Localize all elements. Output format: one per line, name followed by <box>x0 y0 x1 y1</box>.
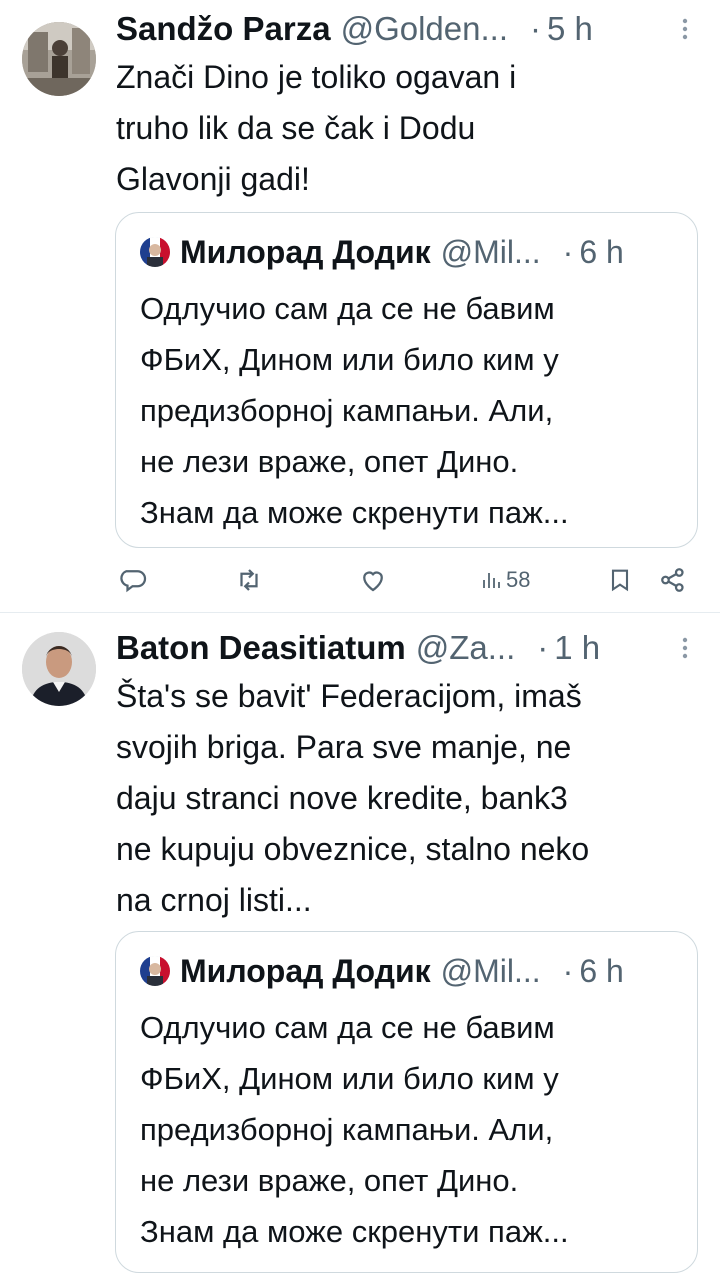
quote-avatar <box>140 956 170 986</box>
tweet-text-line: svojih briga. Para sve manje, ne <box>116 729 572 765</box>
reply-icon[interactable] <box>120 560 150 600</box>
quote-header: Милорад Додик @Mil... · 6 h <box>140 227 677 277</box>
tweet-text-line: Glavonji gadi! <box>116 161 310 197</box>
author-handle[interactable]: @Golden... <box>341 10 508 48</box>
tweet-text-line: Šta's se bavit' Federacijom, imaš <box>116 678 582 714</box>
separator: · <box>562 233 574 270</box>
quote-author-handle: @Mil... <box>440 952 541 989</box>
quote-author-handle: @Mil... <box>440 233 541 270</box>
more-vertical-icon[interactable] <box>680 633 690 663</box>
views-button[interactable]: 58 <box>480 560 530 600</box>
avatar-photo <box>22 632 96 706</box>
tweet-actions: 58 <box>116 560 696 600</box>
tweet[interactable]: Sandžo Parza @Golden... · 5 h Znači Dino… <box>0 0 720 612</box>
quote-text-line: Одлучио сам да се не бавим <box>140 291 555 326</box>
tweet-text-line: na crnoj listi... <box>116 882 312 918</box>
separator: · <box>537 629 549 666</box>
avatar[interactable] <box>22 632 96 706</box>
bookmark-icon[interactable] <box>606 560 634 600</box>
author-handle[interactable]: @Za... <box>416 629 516 667</box>
separator: · <box>530 10 541 47</box>
share-icon[interactable] <box>658 560 688 600</box>
tweet-header: Sandžo Parza @Golden... · 5 h <box>116 4 690 54</box>
quote-text-line: не лези враже, опет Дино. <box>140 1163 519 1198</box>
tweet-text: Znači Dino je toliko ogavan i truho lik … <box>116 52 696 205</box>
quote-author-name: Милорад Додик <box>180 952 431 989</box>
quote-timestamp: 6 h <box>579 233 624 270</box>
quote-text-line: Одлучио сам да се не бавим <box>140 1010 555 1045</box>
quote-text-line: предизборној кампањи. Али, <box>140 393 554 428</box>
quoted-tweet[interactable]: Милорад Додик @Mil... · 6 h Одлучио сам … <box>115 931 698 1273</box>
timestamp[interactable]: 5 h <box>547 10 593 48</box>
quote-text-line: Знам да може скренути паж... <box>140 1214 569 1249</box>
quote-timestamp: 6 h <box>579 952 624 989</box>
tweet-text: Šta's se bavit' Federacijom, imaš svojih… <box>116 671 696 926</box>
tweet[interactable]: Baton Deasitiatum @Za... · 1 h Šta's se … <box>0 613 720 1273</box>
quote-header: Милорад Додик @Mil... · 6 h <box>140 946 677 996</box>
quote-text-line: ФБиХ, Дином или било ким у <box>140 1061 559 1096</box>
views-icon <box>480 566 504 594</box>
views-count: 58 <box>506 567 531 592</box>
avatar[interactable] <box>22 22 96 96</box>
quote-avatar <box>140 237 170 267</box>
quoted-tweet[interactable]: Милорад Додик @Mil... · 6 h Одлучио сам … <box>115 212 698 548</box>
like-icon[interactable] <box>358 560 388 600</box>
quote-text-line: предизборној кампањи. Али, <box>140 1112 554 1147</box>
tweet-header: Baton Deasitiatum @Za... · 1 h <box>116 623 690 673</box>
tweet-text-line: ne kupuju obveznice, stalno neko <box>116 831 590 867</box>
retweet-icon[interactable] <box>234 560 264 600</box>
timestamp[interactable]: 1 h <box>554 629 600 667</box>
tweet-text-line: Znači Dino je toliko ogavan i <box>116 59 517 95</box>
quote-text-line: ФБиХ, Дином или било ким у <box>140 342 559 377</box>
quote-author-name: Милорад Додик <box>180 233 431 270</box>
quote-text: Одлучио сам да се не бавим ФБиХ, Дином и… <box>140 1002 681 1257</box>
author-name[interactable]: Sandžo Parza <box>116 10 331 48</box>
quote-text-line: не лези враже, опет Дино. <box>140 444 519 479</box>
quote-text-line: Знам да може скренути паж... <box>140 495 569 530</box>
tweet-text-line: daju stranci nove kredite, bank3 <box>116 780 568 816</box>
author-name[interactable]: Baton Deasitiatum <box>116 629 406 667</box>
more-vertical-icon[interactable] <box>680 14 690 44</box>
tweet-text-line: truho lik da se čak i Dodu <box>116 110 476 146</box>
quote-text: Одлучио сам да се не бавим ФБиХ, Дином и… <box>140 283 681 538</box>
separator: · <box>562 952 574 989</box>
avatar-photo <box>22 22 96 96</box>
